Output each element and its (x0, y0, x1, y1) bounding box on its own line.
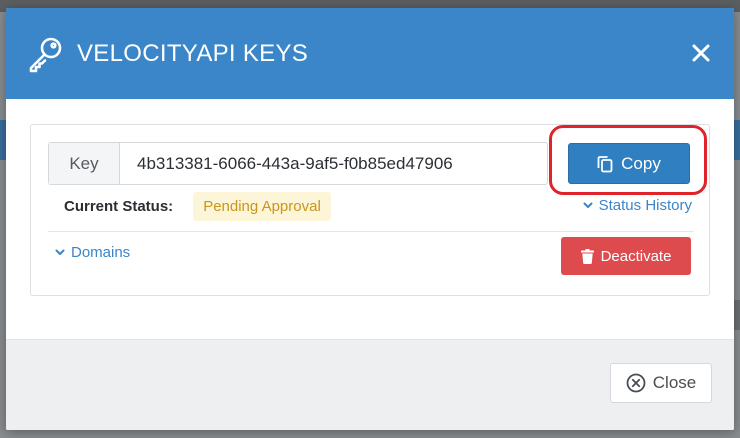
key-icon (29, 37, 62, 73)
domains-toggle[interactable]: Domains (55, 244, 130, 261)
key-label: Key (49, 143, 120, 184)
modal-header: VELOCITYAPI KEYS (6, 8, 734, 99)
deactivate-label: Deactivate (600, 247, 672, 265)
deactivate-button[interactable]: Deactivate (561, 237, 691, 275)
modal-title: VELOCITYAPI KEYS (77, 40, 309, 67)
api-key-card: Key Copy Current Status: Pending Approva… (30, 124, 710, 296)
copy-button[interactable]: Copy (568, 143, 690, 184)
close-icon[interactable] (690, 42, 712, 64)
trash-icon (580, 248, 594, 264)
api-keys-modal: VELOCITYAPI KEYS Key Copy Current Status… (6, 8, 734, 430)
key-field-group: Key (48, 142, 548, 185)
api-key-field[interactable] (137, 143, 537, 184)
copy-icon (597, 155, 613, 172)
modal-footer: Close (6, 339, 734, 430)
close-button-label: Close (652, 373, 697, 392)
chevron-down-icon (55, 249, 65, 255)
circle-x-icon (626, 373, 646, 393)
status-history-link[interactable]: Status History (583, 197, 692, 214)
status-row: Current Status: Pending Approval (64, 190, 331, 222)
divider (48, 231, 694, 232)
status-badge: Pending Approval (193, 191, 331, 221)
modal-body: Key Copy Current Status: Pending Approva… (6, 99, 734, 339)
copy-button-label: Copy (621, 153, 661, 173)
chevron-down-icon (583, 202, 593, 208)
status-history-label: Status History (598, 197, 692, 214)
status-label: Current Status: (64, 197, 174, 215)
close-button[interactable]: Close (610, 363, 712, 403)
domains-label: Domains (71, 244, 131, 261)
